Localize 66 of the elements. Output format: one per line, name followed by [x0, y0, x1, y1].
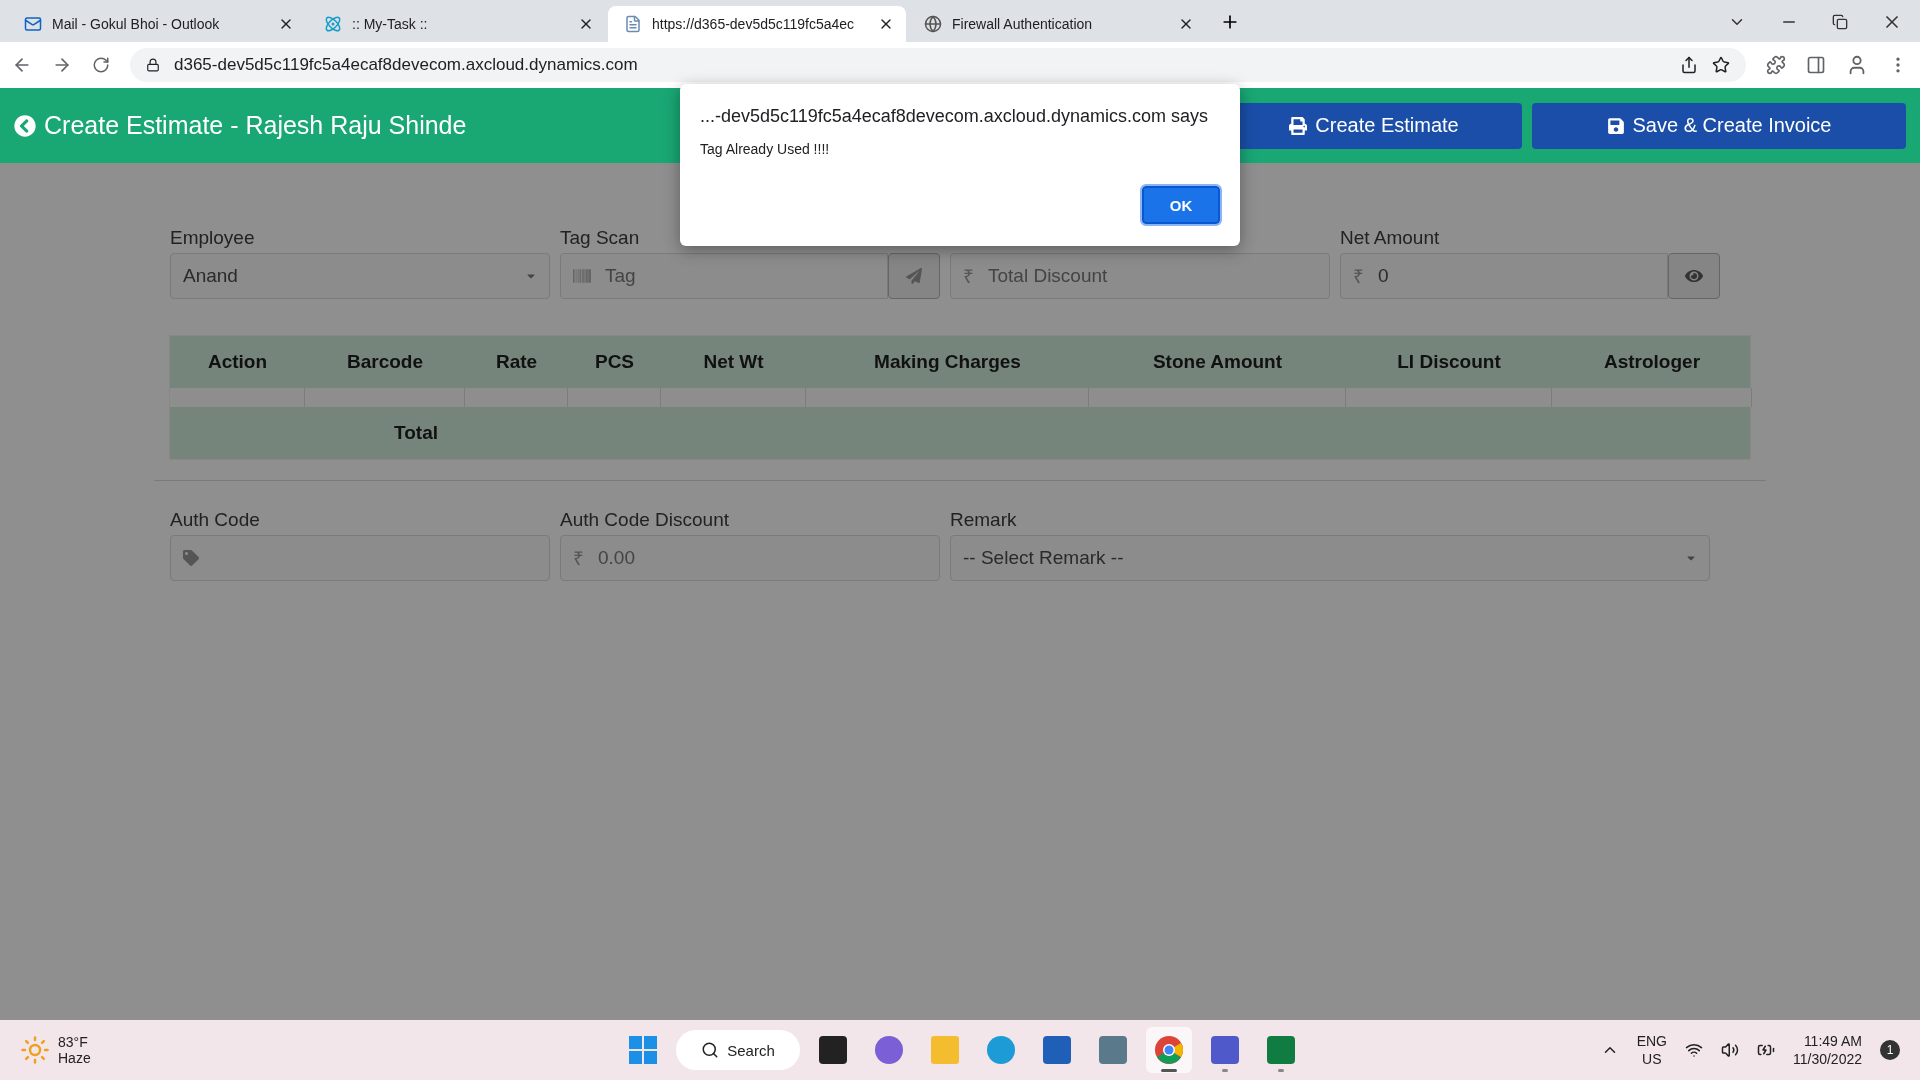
column-header: Making Charges [873, 350, 1022, 374]
column-header: Barcode [346, 350, 424, 374]
tag-icon [183, 550, 199, 566]
restore-icon[interactable] [1832, 14, 1848, 30]
field-label: Tag Scan [560, 227, 641, 249]
region[interactable]: US [1642, 1050, 1662, 1069]
clock-time[interactable]: 11:49 AM [1803, 1031, 1862, 1050]
field-label: Auth Code Discount [560, 509, 730, 531]
browser-tab[interactable]: Firewall Authentication [908, 6, 1206, 42]
save-invoice-button[interactable]: Save & Create Invoice [1532, 102, 1906, 149]
rupee-icon: ₹ [963, 263, 974, 289]
share-icon[interactable] [1680, 56, 1698, 74]
document-icon [624, 15, 642, 33]
field-label: Remark [950, 509, 1018, 531]
auth-code-input[interactable] [170, 535, 550, 581]
browser-tab[interactable]: https://d365-dev5d5c119fc5a4ec [608, 6, 906, 42]
column-header: PCS [593, 350, 636, 374]
save-icon [1606, 116, 1625, 135]
weather-condition: Haze [58, 1050, 91, 1066]
star-icon[interactable] [1712, 56, 1730, 74]
speaker-icon[interactable] [1720, 1041, 1739, 1059]
circle-icon [1155, 1036, 1183, 1064]
lock-icon [146, 58, 160, 72]
mail-icon [24, 15, 42, 33]
globe-icon [924, 15, 942, 33]
dialog-title: ...-dev5d5c119fc5a4ecaf8devecom.axcloud.dynamics.com says [700, 106, 1209, 127]
employee-select[interactable]: Anand [170, 253, 550, 299]
send-icon [906, 268, 922, 284]
barcode-icon [573, 267, 591, 285]
browser-tab[interactable]: Mail - Gokul Bhoi - Outlook [8, 6, 306, 42]
column-header: Stone Amount [1151, 350, 1284, 374]
rupee-icon: ₹ [1353, 263, 1364, 289]
wifi-icon[interactable] [1684, 1041, 1703, 1059]
notification-badge[interactable]: 1 [1880, 1040, 1900, 1060]
reload-icon[interactable] [92, 56, 110, 74]
field-label: Net Amount [1340, 227, 1441, 249]
column-header: LI Discount [1396, 350, 1502, 374]
browser-tab[interactable]: :: My-Task :: [308, 6, 606, 42]
column-header: Action [206, 350, 269, 374]
clock-date[interactable]: 11/30/2022 [1792, 1050, 1862, 1069]
side-panel-icon[interactable] [1806, 55, 1826, 75]
puzzle-icon[interactable] [1766, 55, 1786, 75]
eye-button[interactable] [1668, 253, 1720, 299]
net-amount-input[interactable]: ₹ 0 [1340, 253, 1668, 299]
sun-icon [20, 1035, 50, 1065]
remark-select[interactable]: -- Select Remark -- [950, 535, 1710, 581]
eye-icon [1685, 267, 1703, 285]
atom-icon [324, 15, 342, 33]
language[interactable]: ENG [1636, 1031, 1667, 1050]
page-title: Create Estimate - Rajesh Raju Shinde [44, 111, 467, 140]
address-bar[interactable]: d365-dev5d5c119fc5a4ecaf8devecom.axcloud.dynamics.com [130, 48, 1746, 82]
column-header: Astrologer [1602, 350, 1702, 374]
rupee-icon: ₹ [573, 545, 584, 571]
column-header: Rate [494, 350, 539, 374]
grid-icon [629, 1036, 657, 1064]
field-label: Auth Code [170, 509, 261, 531]
field-label: Employee [170, 227, 256, 249]
total-label: Total [394, 422, 438, 444]
temperature: 83°F [58, 1034, 89, 1050]
back-icon[interactable] [14, 114, 36, 137]
search-button[interactable]: Search [676, 1030, 800, 1070]
ok-button[interactable]: OK [1142, 186, 1220, 224]
column-header: Net Wt [702, 350, 765, 374]
dialog-message: Tag Already Used !!!! [700, 141, 831, 157]
printer-icon [1289, 116, 1308, 135]
search-icon [701, 1041, 720, 1059]
